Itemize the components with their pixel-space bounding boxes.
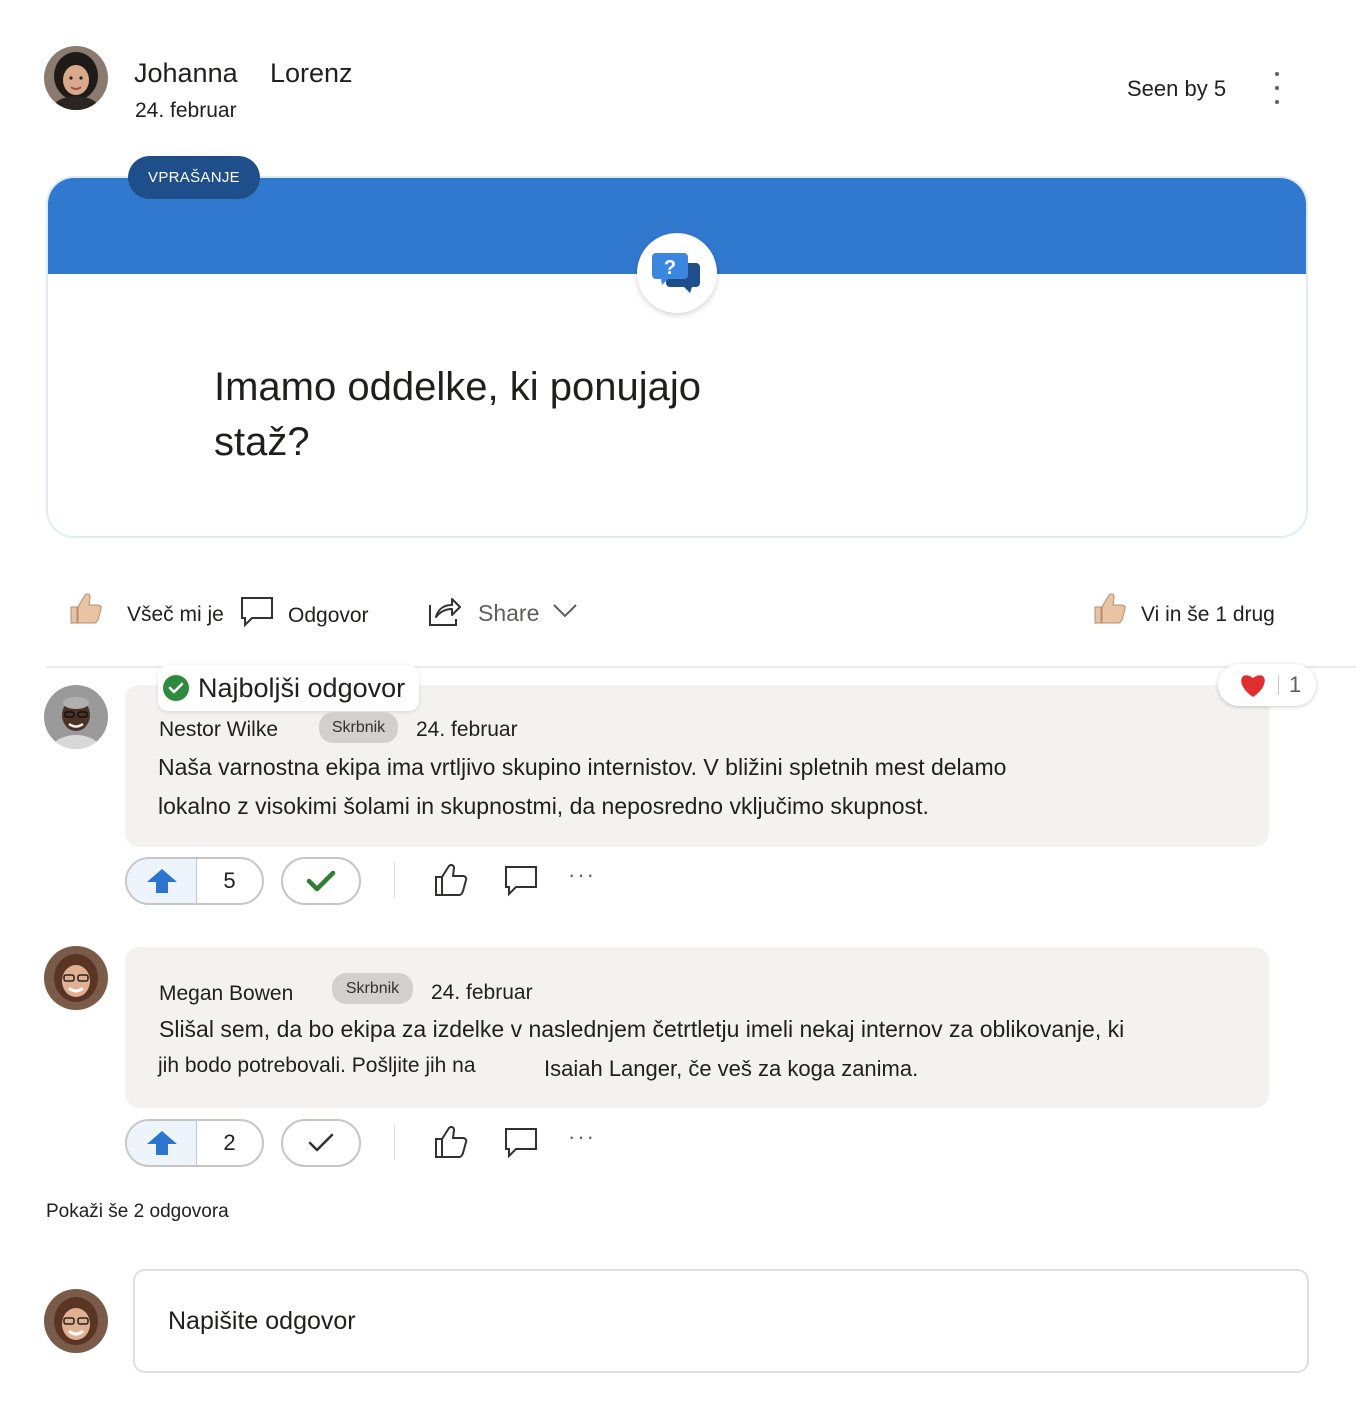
reply-button[interactable]: Odgovor <box>288 604 369 628</box>
role-badge: Skrbnik <box>332 973 413 1004</box>
like-button[interactable]: Všeč mi je <box>127 603 224 627</box>
thumbs-up-icon <box>1090 590 1128 628</box>
ellipsis-icon[interactable]: ··· <box>568 1124 596 1150</box>
post-date: 24. februar <box>135 99 237 122</box>
author-last-name[interactable]: Lorenz <box>270 58 353 89</box>
reply-input[interactable] <box>133 1269 1309 1373</box>
question-chat-icon: ? <box>637 233 717 313</box>
upvote-button[interactable] <box>127 859 197 903</box>
thumbs-up-icon[interactable] <box>432 862 470 898</box>
accept-answer-button[interactable] <box>281 857 361 905</box>
reply-date: 24. februar <box>416 718 518 741</box>
question-badge: VPRAŠANJE <box>128 156 260 199</box>
vote-control: 2 <box>125 1119 264 1167</box>
reply-avatar[interactable] <box>44 946 108 1010</box>
reply-line: Slišal sem, da bo ekipa za izdelke v nas… <box>159 1016 1125 1042</box>
thumbs-up-icon[interactable] <box>432 1124 470 1160</box>
comment-icon[interactable] <box>503 864 539 898</box>
author-first-name[interactable]: Johanna <box>134 58 238 89</box>
share-button[interactable]: Share <box>478 600 539 627</box>
question-line-2: staž? <box>214 420 310 464</box>
vote-control: 5 <box>125 857 264 905</box>
likes-summary[interactable]: Vi in še 1 drug <box>1141 603 1275 627</box>
reply-avatar[interactable] <box>44 685 108 749</box>
thumbs-up-icon[interactable] <box>66 590 104 628</box>
seen-by-link[interactable]: Seen by 5 <box>1127 76 1226 102</box>
accept-answer-button[interactable] <box>281 1119 361 1167</box>
heart-count: 1 <box>1289 672 1302 697</box>
check-circle-icon <box>163 675 189 701</box>
share-icon[interactable] <box>427 594 463 628</box>
reply-author[interactable]: Nestor Wilke <box>159 718 278 742</box>
more-options-icon[interactable] <box>1262 68 1292 108</box>
comment-icon[interactable] <box>239 596 275 628</box>
toolbar-separator <box>394 862 395 898</box>
role-badge: Skrbnik <box>319 712 398 743</box>
svg-text:?: ? <box>664 257 676 279</box>
checkmark-icon <box>306 870 336 892</box>
reply-line: lokalno z visokimi šolami in skupnostmi,… <box>158 793 929 819</box>
vote-count: 2 <box>223 1130 236 1155</box>
show-more-replies-link[interactable]: Pokaži še 2 odgovora <box>46 1201 229 1223</box>
reply-line: jih bodo potrebovali. Pošljite jih na <box>158 1054 476 1077</box>
question-line-1: Imamo oddelke, ki ponujajo <box>214 365 701 409</box>
author-avatar[interactable] <box>44 46 108 110</box>
heart-icon <box>1241 675 1265 697</box>
upvote-arrow-icon <box>146 1131 177 1155</box>
upvote-button[interactable] <box>127 1121 197 1165</box>
reply-line: Naša varnostna ekipa ima vrtljivo skupin… <box>158 754 1007 780</box>
toolbar-separator <box>394 1124 395 1160</box>
best-answer-chip: Najboljši odgovor <box>158 665 420 711</box>
current-user-avatar[interactable] <box>44 1289 108 1353</box>
vote-count: 5 <box>223 868 236 893</box>
reply-author[interactable]: Megan Bowen <box>159 982 293 1006</box>
ellipsis-icon[interactable]: ··· <box>568 862 596 888</box>
reply-date: 24. februar <box>431 981 533 1004</box>
upvote-arrow-icon <box>146 869 177 893</box>
heart-reaction[interactable]: 1 <box>1218 664 1316 706</box>
question-text: Imamo oddelke, ki ponujajo staž? <box>214 360 814 470</box>
question-card <box>46 176 1308 538</box>
reply-body: Slišal sem, da bo ekipa za izdelke v nas… <box>159 1010 1259 1049</box>
chevron-down-icon[interactable] <box>552 600 578 622</box>
reply-body: Naša varnostna ekipa ima vrtljivo skupin… <box>158 748 1248 826</box>
best-answer-label: Najboljši odgovor <box>198 672 406 703</box>
comment-icon[interactable] <box>503 1126 539 1160</box>
reply-line-mention[interactable]: Isaiah Langer, če veš za koga zanima. <box>544 1056 918 1082</box>
checkmark-icon <box>308 1133 334 1152</box>
